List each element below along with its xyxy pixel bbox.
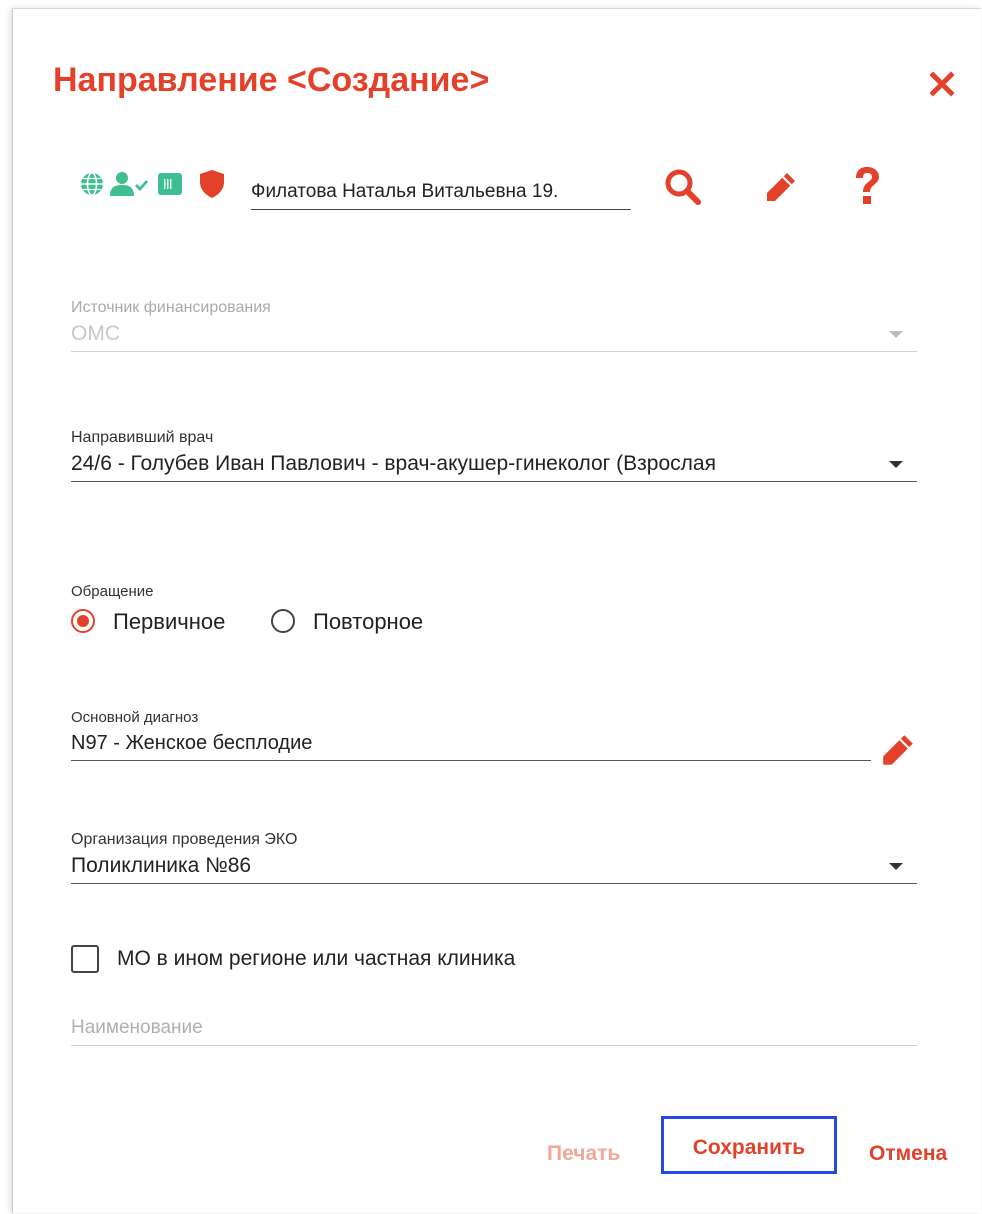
- eco-organization-field[interactable]: Организация проведения ЭКО Поликлиника №…: [71, 831, 917, 884]
- diagnosis-field[interactable]: Основной диагноз N97 - Женское бесплодие: [71, 709, 871, 761]
- clinic-name-input[interactable]: Наименование: [71, 1011, 917, 1046]
- eco-organization-value: Поликлиника №86: [71, 854, 252, 877]
- patient-input[interactable]: Филатова Наталья Витальевна 19.: [251, 175, 631, 210]
- help-icon: [856, 167, 879, 204]
- other-region-label: МО в ином регионе или частная клиника: [117, 947, 516, 970]
- referring-doctor-label: Направивший врач: [71, 429, 214, 446]
- clinic-name-field[interactable]: Наименование: [71, 1011, 917, 1046]
- diagnosis-input[interactable]: N97 - Женское бесплодие: [71, 726, 871, 761]
- funding-source-field[interactable]: Источник финансирования ОМС: [71, 299, 917, 352]
- visit-type-label: Обращение: [71, 583, 154, 600]
- patient-edit-button[interactable]: [763, 169, 799, 210]
- funding-source-select[interactable]: ОМС: [71, 317, 917, 352]
- diagnosis-edit-button[interactable]: [879, 731, 917, 774]
- radio-selected-icon: [71, 609, 95, 633]
- referring-doctor-select[interactable]: 24/6 - Голубев Иван Павлович - врач-акуш…: [71, 447, 917, 482]
- eco-organization-label: Организация проведения ЭКО: [71, 831, 298, 848]
- checkbox-unchecked-icon: [71, 945, 99, 973]
- funding-source-label: Источник финансирования: [71, 299, 271, 316]
- chevron-down-icon: [889, 461, 903, 468]
- save-button[interactable]: Сохранить: [661, 1116, 837, 1174]
- cancel-button[interactable]: Отмена: [869, 1139, 947, 1169]
- eco-organization-select[interactable]: Поликлиника №86: [71, 849, 917, 884]
- chevron-down-icon: [889, 331, 903, 338]
- referring-doctor-value: 24/6 - Голубев Иван Павлович - врач-акуш…: [71, 452, 716, 475]
- dialog-title: Направление <Создание>: [53, 61, 490, 99]
- radio-repeat-label: Повторное: [313, 609, 424, 634]
- barcode-card-icon: [158, 173, 182, 195]
- patient-search-button[interactable]: [663, 167, 703, 212]
- close-button[interactable]: [925, 67, 959, 101]
- globe-icon: [81, 172, 103, 196]
- pencil-icon: [767, 173, 795, 201]
- help-button[interactable]: [851, 165, 883, 212]
- user-check-icon: [110, 172, 149, 196]
- shield-icon: [200, 170, 224, 198]
- close-icon: [929, 71, 955, 97]
- radio-unselected-icon: [271, 609, 295, 633]
- pencil-icon: [883, 735, 913, 765]
- search-icon: [665, 169, 701, 205]
- direction-dialog: Направление <Создание> Филатова Наталья …: [12, 8, 981, 1213]
- referring-doctor-field[interactable]: Направивший врач 24/6 - Голубев Иван Пав…: [71, 429, 917, 482]
- diagnosis-label: Основной диагноз: [71, 709, 199, 726]
- print-button[interactable]: Печать: [547, 1139, 620, 1169]
- funding-source-value: ОМС: [71, 322, 120, 345]
- radio-primary-label: Первичное: [113, 609, 226, 634]
- chevron-down-icon: [889, 863, 903, 870]
